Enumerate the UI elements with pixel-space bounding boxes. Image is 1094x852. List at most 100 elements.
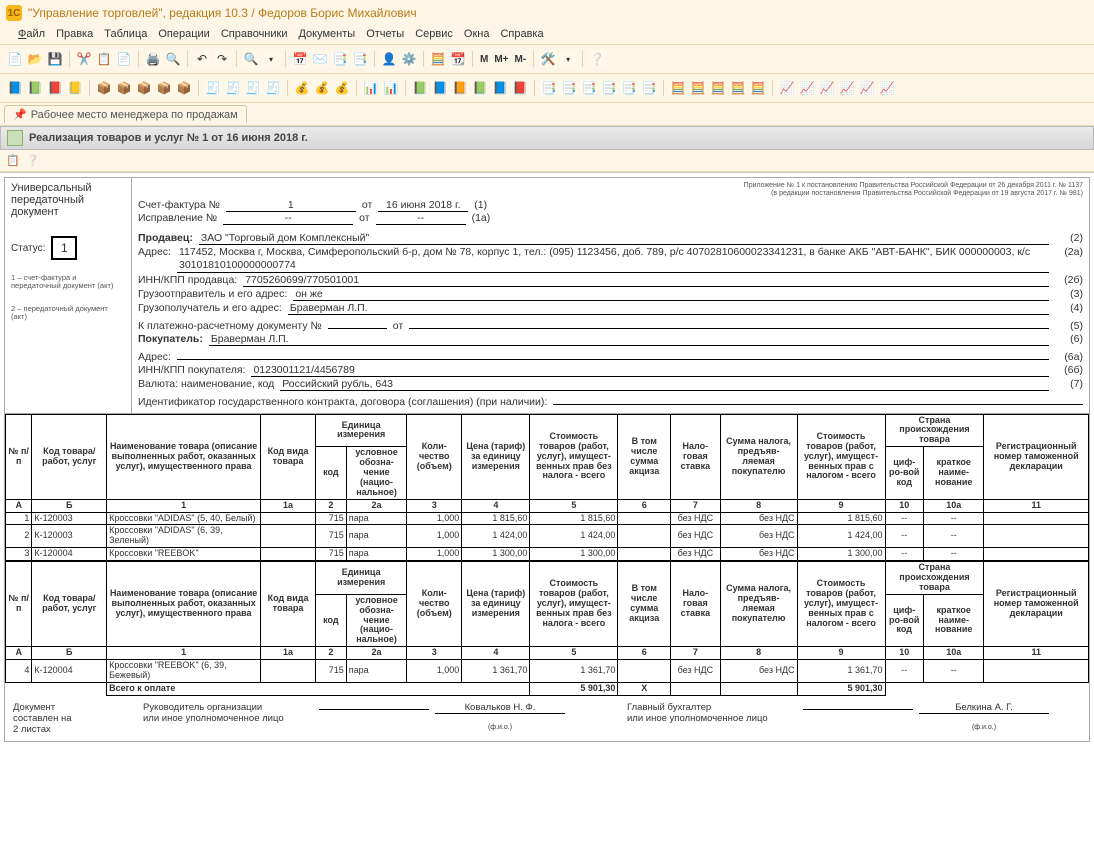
tb2-icon-2[interactable]: 📗 [26, 79, 44, 97]
tb2-icon-12[interactable]: 🧾 [244, 79, 262, 97]
tb2-icon-8[interactable]: 📦 [155, 79, 173, 97]
tb2-icon-29[interactable]: 📑 [620, 79, 638, 97]
user-icon[interactable]: 👤 [380, 50, 398, 68]
mplus-button[interactable]: M+ [492, 54, 510, 65]
save-icon[interactable]: 💾 [46, 50, 64, 68]
tb2-icon-13[interactable]: 🧾 [264, 79, 282, 97]
tb2-icon-37[interactable]: 📈 [798, 79, 816, 97]
tb2-icon-5[interactable]: 📦 [95, 79, 113, 97]
paydoc-no [328, 316, 387, 329]
ship-to: Браверман Л.П. [288, 302, 1049, 315]
seller-inn: 7705260699/770501001 [243, 274, 1049, 287]
tb2-icon-17[interactable]: 📊 [362, 79, 380, 97]
dropdown2-icon[interactable]: ▾ [559, 50, 577, 68]
acc-name: Белкина А. Г. [919, 702, 1049, 714]
tb2-icon-31[interactable]: 🧮 [669, 79, 687, 97]
totals-row: Всего к оплате 5 901,30 Х 5 901,30 [6, 682, 1089, 695]
tool-icon[interactable]: 🛠️ [539, 50, 557, 68]
tb2-icon-32[interactable]: 🧮 [689, 79, 707, 97]
tb2-icon-33[interactable]: 🧮 [709, 79, 727, 97]
tb2-icon-23[interactable]: 📘 [491, 79, 509, 97]
tb2-icon-18[interactable]: 📊 [382, 79, 400, 97]
tb2-icon-40[interactable]: 📈 [858, 79, 876, 97]
paste-icon[interactable]: 📄 [115, 50, 133, 68]
cut-icon[interactable]: ✂️ [75, 50, 93, 68]
tb2-icon-26[interactable]: 📑 [560, 79, 578, 97]
tb2-icon-19[interactable]: 📗 [411, 79, 429, 97]
gov-contract [553, 392, 1083, 405]
tb2-icon-38[interactable]: 📈 [818, 79, 836, 97]
tb2-icon-4[interactable]: 📒 [66, 79, 84, 97]
menu-docs[interactable]: Документы [298, 28, 355, 40]
tb2-icon-15[interactable]: 💰 [313, 79, 331, 97]
new-icon[interactable]: 📄 [6, 50, 24, 68]
tb2-icon-36[interactable]: 📈 [778, 79, 796, 97]
calendar-icon[interactable]: 📅 [291, 50, 309, 68]
redo-icon[interactable]: ↷ [213, 50, 231, 68]
doc2-icon[interactable]: 📑 [351, 50, 369, 68]
tb2-icon-7[interactable]: 📦 [135, 79, 153, 97]
zoom-icon[interactable]: 🔍 [242, 50, 260, 68]
question-icon[interactable]: ❔ [26, 154, 40, 167]
tb2-icon-24[interactable]: 📕 [511, 79, 529, 97]
calc-icon[interactable]: 🧮 [429, 50, 447, 68]
menu-help[interactable]: Справка [500, 28, 543, 40]
undo-icon[interactable]: ↶ [193, 50, 211, 68]
tb2-icon-16[interactable]: 💰 [333, 79, 351, 97]
tb2-icon-9[interactable]: 📦 [175, 79, 193, 97]
buyer-value: Браверман Л.П. [209, 333, 1049, 346]
status-label: Статус: [11, 243, 45, 254]
tb2-icon-11[interactable]: 🧾 [224, 79, 242, 97]
menu-refs[interactable]: Справочники [221, 28, 288, 40]
tb2-icon-22[interactable]: 📗 [471, 79, 489, 97]
signatures-block: Документ составлен на 2 листах Руководит… [5, 696, 1089, 741]
preview-icon[interactable]: 🔍 [164, 50, 182, 68]
section-toolbar: 📋 ❔ [0, 150, 1094, 172]
correction-date: -- [376, 212, 466, 225]
print-icon[interactable]: 🖨️ [144, 50, 162, 68]
tb2-icon-30[interactable]: 📑 [640, 79, 658, 97]
tb2-icon-35[interactable]: 🧮 [749, 79, 767, 97]
menu-windows[interactable]: Окна [464, 28, 490, 40]
tb2-icon-14[interactable]: 💰 [293, 79, 311, 97]
dropdown-icon[interactable]: ▾ [262, 50, 280, 68]
table-row: 2К-120003Кроссовки "ADIDAS" (6, 39, Зеле… [6, 525, 1089, 548]
tb2-icon-6[interactable]: 📦 [115, 79, 133, 97]
mminus-button[interactable]: M- [513, 54, 529, 65]
tb2-icon-3[interactable]: 📕 [46, 79, 64, 97]
menu-reports[interactable]: Отчеты [366, 28, 404, 40]
tb2-icon-41[interactable]: 📈 [878, 79, 896, 97]
acc-sign-slot [803, 709, 913, 710]
help-icon[interactable]: ❔ [588, 50, 606, 68]
open-icon[interactable]: 📂 [26, 50, 44, 68]
tb2-icon-1[interactable]: 📘 [6, 79, 24, 97]
tb2-icon-21[interactable]: 📙 [451, 79, 469, 97]
tb2-icon-20[interactable]: 📘 [431, 79, 449, 97]
invoice-header-block: Приложение № 1 к постановлению Правитель… [132, 178, 1089, 413]
tb2-icon-25[interactable]: 📑 [540, 79, 558, 97]
table-icon[interactable]: 📋 [6, 154, 20, 167]
toolbar-1: 📄 📂 💾 ✂️ 📋 📄 🖨️ 🔍 ↶ ↷ 🔍 ▾ 📅 ✉️ 📑 📑 👤 ⚙️ … [0, 45, 1094, 74]
doc-icon[interactable]: 📑 [331, 50, 349, 68]
tb2-icon-28[interactable]: 📑 [600, 79, 618, 97]
buyer-inn: 0123001121/4456789 [251, 364, 1049, 377]
upd-left-column: Универсальный передаточный документ Стат… [5, 178, 132, 413]
document-viewport[interactable]: Универсальный передаточный документ Стат… [0, 172, 1094, 852]
copy-icon[interactable]: 📋 [95, 50, 113, 68]
head-sign-slot [319, 709, 429, 710]
menu-table[interactable]: Таблица [104, 28, 147, 40]
tb2-icon-10[interactable]: 🧾 [204, 79, 222, 97]
menu-edit[interactable]: Правка [56, 28, 93, 40]
date-icon[interactable]: 📆 [449, 50, 467, 68]
invoice-number: 1 [226, 199, 356, 212]
gear-icon[interactable]: ⚙️ [400, 50, 418, 68]
menu-ops[interactable]: Операции [158, 28, 209, 40]
tb2-icon-27[interactable]: 📑 [580, 79, 598, 97]
tb2-icon-34[interactable]: 🧮 [729, 79, 747, 97]
send-icon[interactable]: ✉️ [311, 50, 329, 68]
menu-service[interactable]: Сервис [415, 28, 453, 40]
menu-file[interactable]: Файл [18, 28, 45, 40]
m-button[interactable]: M [478, 54, 490, 65]
workspace-tab[interactable]: 📌 Рабочее место менеджера по продажам [4, 105, 247, 123]
tb2-icon-39[interactable]: 📈 [838, 79, 856, 97]
